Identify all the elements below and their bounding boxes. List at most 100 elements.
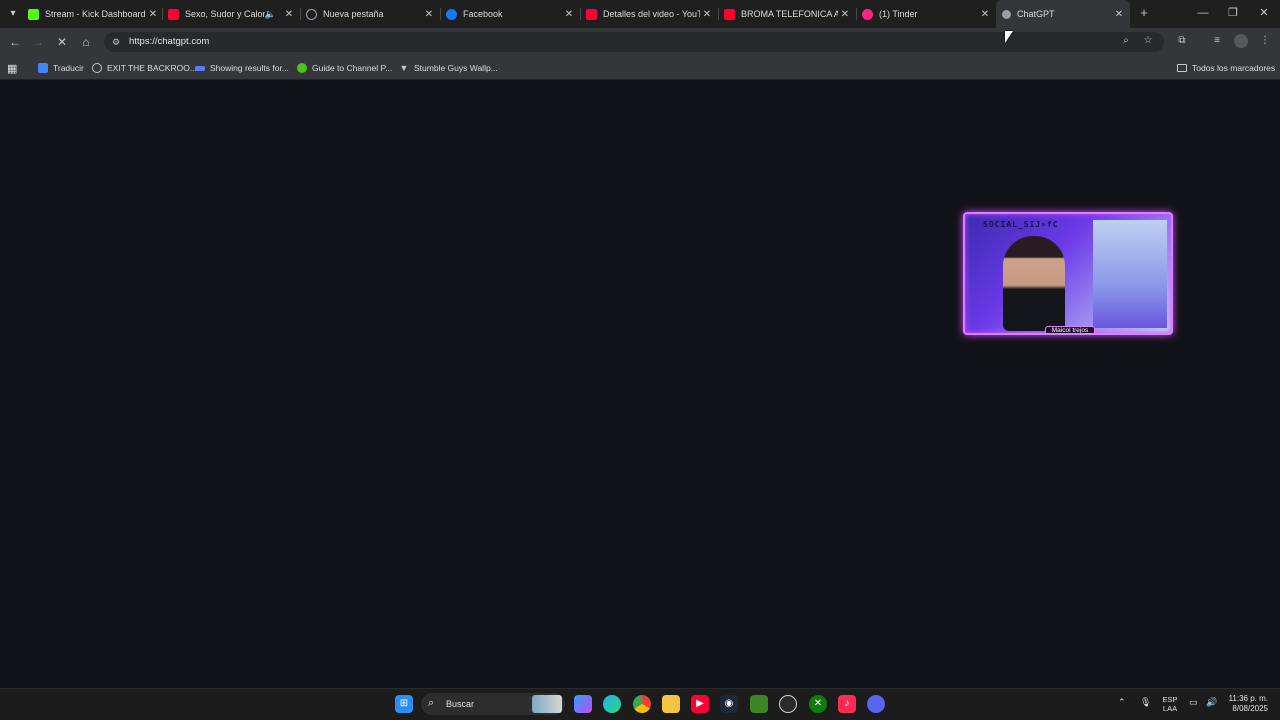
- youtube-studio-icon: [586, 8, 597, 20]
- all-bookmarks-label: Todos los marcadores: [1192, 63, 1276, 73]
- page-content: [0, 81, 1280, 688]
- youtube-icon[interactable]: ▶: [691, 695, 709, 713]
- minecraft-icon[interactable]: [750, 695, 768, 713]
- stop-loading-icon[interactable]: ✕: [54, 34, 70, 50]
- copilot-icon[interactable]: [574, 695, 592, 713]
- close-icon[interactable]: ✕: [700, 9, 714, 20]
- bookmark-stumble-guys[interactable]: ▼ Stumble Guys Wallp...: [399, 61, 498, 75]
- bookmark-guide-channel[interactable]: Guide to Channel P...: [297, 61, 392, 75]
- system-clock[interactable]: 11:36 p. m. 8/08/2025: [1222, 694, 1268, 714]
- tab-new-tab[interactable]: Nueva pestaña ✕: [306, 0, 436, 28]
- webcam-background: [1093, 220, 1167, 328]
- tinder-icon: [862, 8, 873, 20]
- xbox-icon: [297, 63, 307, 73]
- close-icon[interactable]: ✕: [422, 9, 436, 20]
- windows-start-icon[interactable]: ⊞: [395, 695, 413, 713]
- speaker-icon[interactable]: 🔈: [265, 9, 276, 20]
- tab-separator: [300, 8, 301, 20]
- tab-chatgpt[interactable]: ChatGPT ✕: [996, 0, 1130, 28]
- close-window-icon[interactable]: ✕: [1257, 6, 1271, 20]
- restore-icon[interactable]: ❐: [1226, 6, 1240, 20]
- new-tab-button[interactable]: +: [1137, 5, 1151, 21]
- tab-separator: [440, 8, 441, 20]
- extensions-icon[interactable]: ⧉: [1175, 34, 1189, 48]
- folder-icon: [1177, 64, 1187, 72]
- translate-icon: [38, 63, 48, 73]
- tab-title: Sexo, Sudor y Calor -: [185, 9, 265, 19]
- microphone-icon[interactable]: 🎙: [1140, 697, 1151, 708]
- youtube-icon: [724, 8, 735, 20]
- webcam-name-tag: Maicol trejos: [1045, 326, 1095, 333]
- forward-icon[interactable]: →: [30, 34, 46, 50]
- back-icon[interactable]: ←: [7, 34, 23, 50]
- tab-title: Nueva pestaña: [323, 9, 384, 19]
- show-hidden-icons[interactable]: ⌃: [1118, 697, 1126, 708]
- tiktok-icon[interactable]: ♪: [838, 695, 856, 713]
- facebook-icon: [446, 8, 457, 20]
- media-controls-icon[interactable]: ≡: [1210, 34, 1224, 48]
- tab-title: Stream - Kick Dashboard: [45, 9, 146, 19]
- chatgpt-icon: [1002, 9, 1011, 19]
- bookmark-label: EXIT THE BACKROO...: [107, 63, 197, 73]
- webcam-overlay: SOCIAL_SIJ»fC Maicol trejos: [963, 212, 1173, 335]
- bookmark-traducir[interactable]: Traducir: [38, 61, 84, 75]
- all-bookmarks-folder[interactable]: Todos los marcadores: [1177, 61, 1275, 75]
- close-icon[interactable]: ✕: [282, 9, 296, 20]
- bookmark-label: Traducir: [53, 63, 84, 73]
- tab-separator: [856, 8, 857, 20]
- close-icon[interactable]: ✕: [978, 9, 992, 20]
- discord-icon[interactable]: [867, 695, 885, 713]
- menu-kebab-icon[interactable]: ⋮: [1258, 34, 1272, 48]
- tab-separator: [718, 8, 719, 20]
- chrome-icon[interactable]: [633, 695, 651, 713]
- globe-icon: [92, 63, 102, 73]
- tab-facebook[interactable]: Facebook ✕: [446, 0, 576, 28]
- bookmark-label: Stumble Guys Wallp...: [414, 63, 498, 73]
- volume-icon[interactable]: 🔊: [1206, 697, 1217, 708]
- steam-icon[interactable]: ◉: [720, 695, 738, 713]
- close-icon[interactable]: ✕: [838, 9, 852, 20]
- address-url[interactable]: https://chatgpt.com: [129, 36, 209, 47]
- bookmark-exit-backrooms[interactable]: EXIT THE BACKROO...: [92, 61, 197, 75]
- youtube-icon: [168, 8, 179, 20]
- tab-search-icon[interactable]: ▾: [4, 5, 22, 23]
- bookmark-label: Guide to Channel P...: [312, 63, 393, 73]
- tab-youtube-song[interactable]: Sexo, Sudor y Calor - 🔈 ✕: [168, 0, 296, 28]
- language-code: ESP: [1162, 695, 1178, 704]
- tab-title: Facebook: [463, 9, 503, 19]
- close-icon[interactable]: ✕: [146, 9, 160, 20]
- tab-title: ChatGPT: [1017, 9, 1055, 19]
- edge-icon[interactable]: [603, 695, 621, 713]
- bookmark-arrow-icon: ▼: [399, 63, 409, 73]
- tab-title: (1) Tinder: [879, 9, 918, 19]
- close-icon[interactable]: ✕: [562, 9, 576, 20]
- tab-youtube-broma[interactable]: BROMA TELEFONICA A M ✕: [724, 0, 852, 28]
- file-explorer-icon[interactable]: [662, 695, 680, 713]
- apps-grid-icon[interactable]: ▦: [7, 61, 17, 75]
- tab-tinder[interactable]: (1) Tinder ✕: [862, 0, 992, 28]
- chrome-alt-icon[interactable]: [779, 695, 797, 713]
- site-settings-icon[interactable]: ⚙: [110, 36, 122, 48]
- tab-title: Detalles del video - YouTu: [603, 9, 700, 19]
- profile-avatar-icon[interactable]: [1234, 34, 1248, 48]
- webcam-banner-text: SOCIAL_SIJ»fC: [983, 220, 1059, 229]
- search-icon: ⌕: [428, 697, 435, 709]
- xbox-icon[interactable]: ✕: [809, 695, 827, 713]
- network-icon[interactable]: ▭: [1189, 697, 1198, 708]
- minimize-icon[interactable]: —: [1196, 6, 1210, 20]
- clock-time: 11:36 p. m.: [1228, 694, 1268, 703]
- bookmark-site-icon: [195, 65, 205, 71]
- bookmark-star-icon[interactable]: ☆: [1141, 34, 1155, 48]
- close-icon[interactable]: ✕: [1112, 9, 1126, 20]
- kick-icon: [28, 8, 39, 20]
- bookmark-label: Showing results for...: [210, 63, 289, 73]
- tab-separator: [580, 8, 581, 20]
- streamer-image: [1003, 236, 1065, 331]
- bookmark-showing-results[interactable]: Showing results for...: [195, 61, 289, 75]
- home-icon[interactable]: ⌂: [78, 34, 94, 50]
- tab-kick[interactable]: Stream - Kick Dashboard ✕: [28, 0, 160, 28]
- zoom-icon[interactable]: ⌕: [1119, 34, 1133, 48]
- tab-youtube-studio[interactable]: Detalles del video - YouTu ✕: [586, 0, 714, 28]
- taskbar-search-placeholder: Buscar: [446, 699, 475, 709]
- language-indicator[interactable]: ESP LAA: [1160, 695, 1180, 713]
